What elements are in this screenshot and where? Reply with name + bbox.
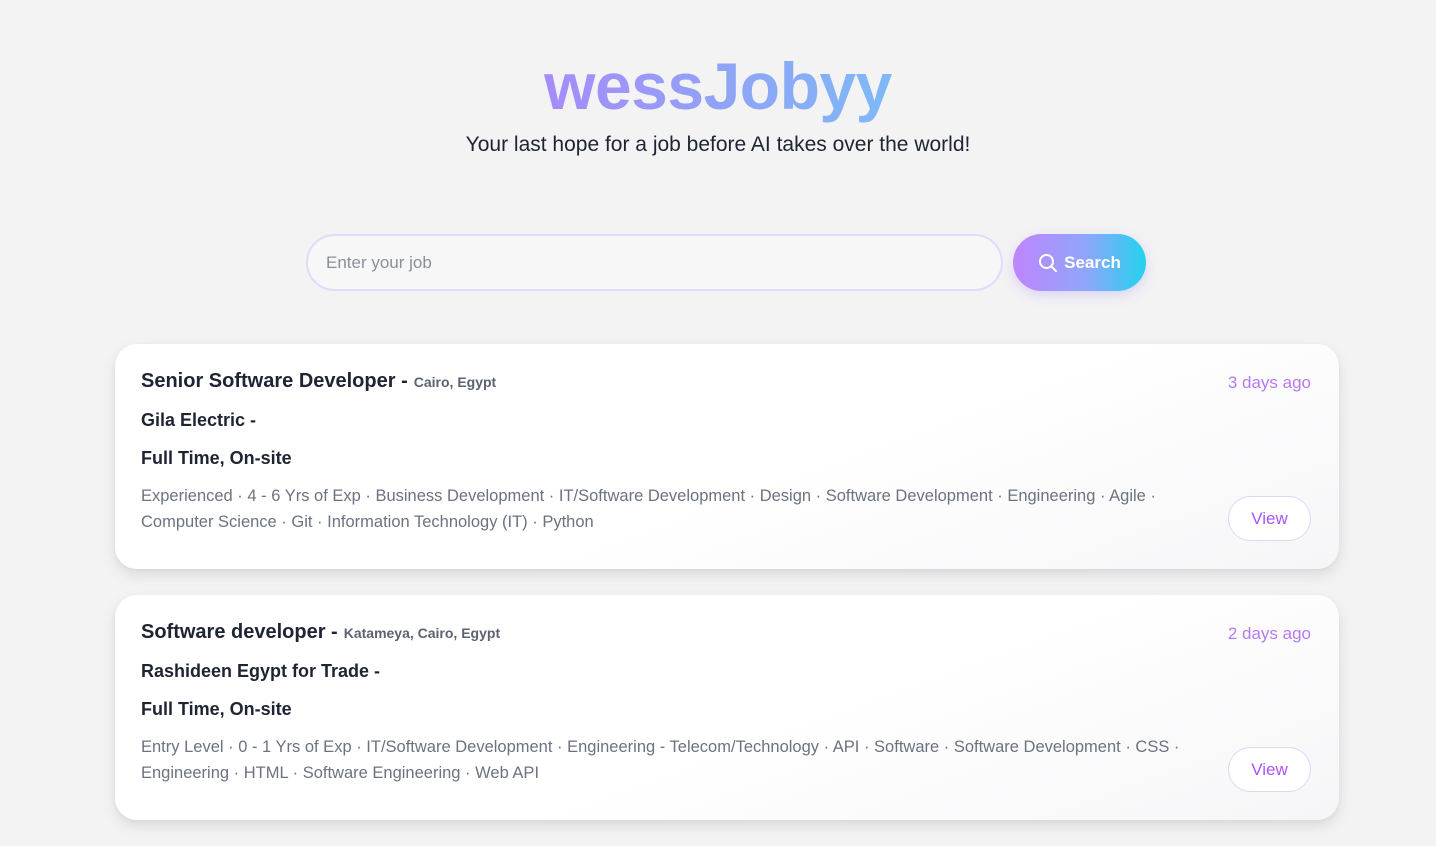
search-icon (1038, 253, 1058, 273)
job-title: Software developer - (141, 621, 338, 643)
job-title-line: Senior Software Developer - Cairo, Egypt (141, 370, 1313, 393)
job-company: Rashideen Egypt for Trade - (141, 661, 381, 681)
job-posted-time: 3 days ago (1227, 373, 1311, 392)
search-input[interactable] (306, 234, 1003, 291)
job-tags: Entry Level · 0 - 1 Yrs of Exp · IT/Soft… (141, 738, 1180, 782)
brand-logo: wessJobyy (544, 46, 892, 126)
search-button[interactable]: Search (1013, 234, 1146, 291)
job-posted-time: 2 days ago (1227, 624, 1311, 643)
job-location: Katameya, Cairo, Egypt (343, 625, 501, 641)
search-bar: Search (306, 234, 1146, 291)
job-list: Senior Software Developer - Cairo, Egypt… (115, 344, 1339, 846)
page-header: wessJobyy Your last hope for a job befor… (0, 0, 1436, 160)
job-card: Senior Software Developer - Cairo, Egypt… (115, 344, 1339, 569)
job-company: Gila Electric - (141, 410, 257, 430)
job-title-line: Software developer - Katameya, Cairo, Eg… (141, 621, 1313, 644)
job-type: Full Time, On-site (141, 699, 292, 719)
view-button[interactable]: View (1228, 747, 1311, 792)
job-title: Senior Software Developer - (141, 370, 408, 392)
job-card: Software developer - Katameya, Cairo, Eg… (115, 595, 1339, 820)
search-button-label: Search (1064, 252, 1121, 272)
tagline: Your last hope for a job before AI takes… (465, 133, 971, 156)
job-tags: Experienced · 4 - 6 Yrs of Exp · Busines… (141, 487, 1156, 531)
job-type: Full Time, On-site (141, 448, 292, 468)
view-button[interactable]: View (1228, 496, 1311, 541)
job-location: Cairo, Egypt (413, 374, 497, 390)
